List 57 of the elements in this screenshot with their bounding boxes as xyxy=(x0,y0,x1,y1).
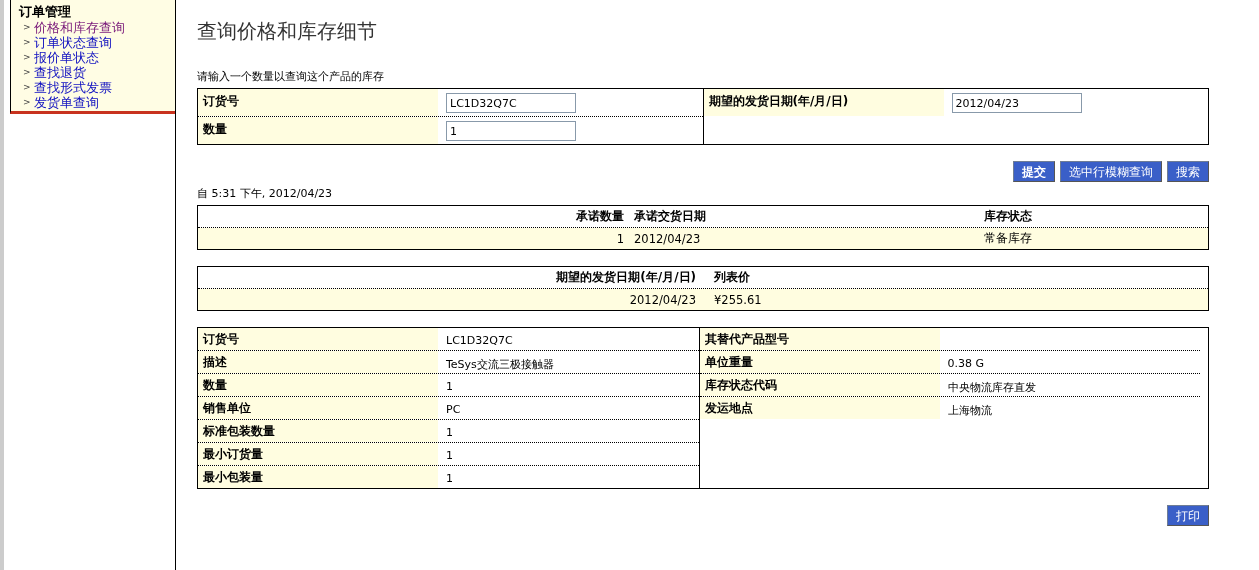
field-value: 中央物流库存直发 xyxy=(946,380,1037,396)
table-cell-text: ¥255.61 xyxy=(714,292,763,307)
field-label: 单位重量 xyxy=(699,351,940,373)
field-label: 其替代产品型号 xyxy=(699,328,940,350)
column-header: 列表价 xyxy=(714,269,751,286)
input-field[interactable]: 1 xyxy=(446,121,576,141)
field-value: PC xyxy=(445,402,462,418)
timestamp-text: 自 5:31 下午, 2012/04/23 xyxy=(197,186,334,201)
field-label: 标准包装数量 xyxy=(198,420,438,442)
bullet-marker: > xyxy=(23,66,31,79)
print-button[interactable]: 打印 xyxy=(1167,505,1209,526)
field-value: TeSys交流三极接触器 xyxy=(445,357,555,373)
field-label: 订货号 xyxy=(198,328,438,350)
menu-link[interactable]: 查找退货 xyxy=(33,65,86,80)
table-cell-text: 1 xyxy=(615,231,624,246)
bullet-marker: > xyxy=(23,81,31,94)
column-header: 期望的发货日期(年/月/日) xyxy=(555,269,696,286)
field-label: 期望的发货日期(年/月/日) xyxy=(703,89,944,116)
field-value: 1 xyxy=(445,425,454,441)
input-field[interactable]: 2012/04/23 xyxy=(951,93,1082,113)
menu-link[interactable]: 报价单状态 xyxy=(33,50,99,65)
field-label: 发运地点 xyxy=(699,397,940,419)
action-button[interactable]: 选中行模糊查询 xyxy=(1060,161,1162,182)
menu-title: 订单管理 xyxy=(19,4,72,20)
menu-link[interactable]: 价格和库存查询 xyxy=(33,20,125,35)
table-cell-text: 2012/04/23 xyxy=(628,292,696,307)
field-label: 销售单位 xyxy=(198,397,438,419)
field-label: 描述 xyxy=(198,351,438,373)
field-value: LC1D32Q7C xyxy=(445,333,514,349)
field-label: 库存状态代码 xyxy=(699,374,940,396)
menu-link[interactable]: 查找形式发票 xyxy=(33,80,112,95)
page-title: 查询价格和库存细节 xyxy=(197,18,378,45)
field-value: 1 xyxy=(445,379,454,395)
bullet-marker: > xyxy=(23,96,31,109)
action-button[interactable]: 搜索 xyxy=(1167,161,1209,182)
bullet-marker: > xyxy=(23,21,31,34)
field-label: 数量 xyxy=(198,117,438,144)
field-label: 最小包装量 xyxy=(198,466,438,488)
column-header: 库存状态 xyxy=(984,208,1033,225)
action-button[interactable]: 提交 xyxy=(1013,161,1055,182)
column-header: 承诺数量 xyxy=(575,208,624,225)
field-label: 数量 xyxy=(198,374,438,396)
bullet-marker: > xyxy=(23,36,31,49)
table-cell-text: 常备库存 xyxy=(984,231,1033,246)
field-value: 1 xyxy=(445,448,454,464)
bullet-marker: > xyxy=(23,51,31,64)
menu-link[interactable]: 发货单查询 xyxy=(33,95,99,110)
instruction-text: 请输入一个数量以查询这个产品的库存 xyxy=(197,69,385,84)
field-label: 订货号 xyxy=(198,89,438,116)
field-label: 最小订货量 xyxy=(198,443,438,465)
column-header: 承诺交货日期 xyxy=(634,208,707,225)
table-cell-text: 2012/04/23 xyxy=(634,231,702,246)
menu-link[interactable]: 订单状态查询 xyxy=(33,35,112,50)
field-value: 上海物流 xyxy=(946,403,993,419)
field-value: 1 xyxy=(445,471,454,487)
input-field[interactable]: LC1D32Q7C xyxy=(446,93,576,113)
field-value: 0.38 G xyxy=(946,356,985,372)
